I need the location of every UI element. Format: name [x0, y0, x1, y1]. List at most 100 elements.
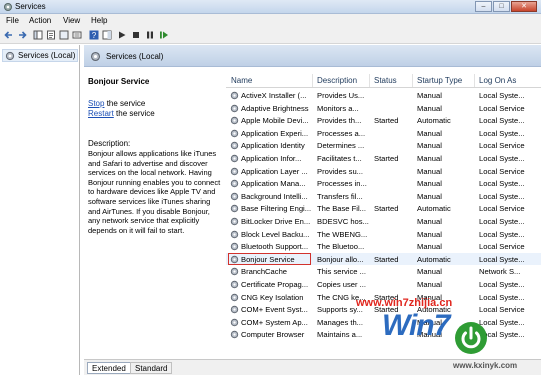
cell-startup-type: Manual	[417, 229, 442, 239]
export-list-icon[interactable]	[72, 30, 82, 40]
table-row[interactable]: BitLocker Drive En... BDESVC hos... Manual…	[226, 215, 541, 228]
column-header-startup-type[interactable]: Startup Type	[417, 76, 462, 85]
service-detail-panel: Bonjour Service Stop the service Restart…	[84, 67, 225, 359]
cell-startup-type: Manual	[417, 267, 442, 277]
cell-description: Monitors a...	[317, 103, 359, 113]
tab-standard[interactable]: Standard	[130, 362, 173, 374]
menu-action[interactable]: Action	[29, 16, 51, 25]
column-header-row: Name Description Status Startup Type Log…	[226, 73, 541, 88]
cell-log-on-as: Local Syste...	[479, 280, 525, 289]
table-row[interactable]: Bluetooth Support... The Bluetoo... Manual…	[226, 240, 541, 253]
column-header-status[interactable]: Status	[374, 76, 397, 85]
description-label: Description:	[88, 139, 131, 148]
menu-help[interactable]: Help	[91, 16, 107, 25]
service-gear-icon	[230, 268, 239, 276]
service-gear-icon	[230, 179, 239, 188]
stop-service-icon[interactable]	[131, 30, 141, 40]
forward-arrow-icon[interactable]	[17, 30, 27, 40]
properties-icon[interactable]	[46, 30, 56, 40]
service-gear-icon	[230, 242, 239, 251]
table-row[interactable]: Base Filtering Engi... The Base Fil... Sta…	[226, 202, 541, 215]
refresh-icon[interactable]	[59, 30, 69, 40]
column-divider[interactable]	[474, 74, 475, 87]
table-row[interactable]: Application Experi... Processes a... Manua…	[226, 127, 541, 140]
cell-description: Facilitates t...	[317, 154, 362, 163]
services-app-icon	[4, 3, 12, 11]
cell-startup-type: Automatic	[417, 116, 451, 126]
gear-icon	[90, 51, 101, 62]
table-row[interactable]: Apple Mobile Devi... Provides th... Starte…	[226, 114, 541, 127]
cell-description: Provides Us...	[317, 91, 365, 100]
table-row[interactable]: Block Level Backu... The WBENG... Manual Lo…	[226, 228, 541, 241]
back-arrow-icon[interactable]	[4, 30, 14, 40]
cell-name: Application Experi...	[241, 128, 309, 138]
service-gear-icon	[230, 318, 239, 326]
column-divider[interactable]	[412, 74, 413, 87]
close-button[interactable]: ✕	[511, 1, 537, 12]
table-row[interactable]: Certificate Propag... Copies user ... Manu…	[226, 278, 541, 291]
pane-title: Services (Local)	[106, 52, 164, 61]
cell-name: Adaptive Brightness	[241, 103, 309, 113]
tab-extended[interactable]: Extended	[87, 362, 131, 374]
stop-service-link[interactable]: Stop	[88, 99, 104, 108]
menu-bar: File Action View Help	[0, 14, 541, 27]
column-divider[interactable]	[312, 74, 313, 87]
stop-line: Stop the service	[88, 99, 145, 108]
restart-line: Restart the service	[88, 109, 155, 118]
column-header-name[interactable]: Name	[231, 76, 252, 85]
cell-name: Application Mana...	[241, 179, 306, 189]
tree-item-services-local[interactable]: Services (Local)	[2, 49, 78, 62]
menu-file[interactable]: File	[6, 16, 19, 25]
minimize-button[interactable]: –	[475, 1, 492, 12]
table-row[interactable]: BranchCache This service ... Manual Network…	[226, 265, 541, 278]
pause-service-icon[interactable]	[145, 30, 155, 40]
table-row-selected[interactable]: Bonjour Service Bonjour allo... Started Aut…	[226, 252, 541, 266]
cell-startup-type: Manual	[417, 128, 442, 138]
column-divider[interactable]	[369, 74, 370, 87]
cell-name: Bluetooth Support...	[241, 242, 309, 252]
cell-description: Provides th...	[317, 116, 362, 126]
start-service-icon[interactable]	[117, 30, 127, 40]
cell-log-on-as: Local Service	[479, 141, 525, 151]
restart-service-link[interactable]: Restart	[88, 109, 114, 118]
cell-log-on-as: Local Service	[479, 166, 525, 176]
cell-log-on-as: Local Service	[479, 103, 525, 113]
table-row[interactable]: ActiveX Installer (... Provides Us... Manu…	[226, 89, 541, 102]
service-gear-icon	[230, 192, 239, 200]
restart-service-icon[interactable]	[159, 30, 169, 40]
column-header-description[interactable]: Description	[317, 76, 357, 85]
service-gear-icon	[230, 91, 239, 100]
cell-startup-type: Manual	[417, 217, 442, 226]
cell-description: Copies user ...	[317, 280, 366, 289]
column-header-log-on-as[interactable]: Log On As	[479, 76, 516, 85]
service-gear-icon	[230, 154, 239, 163]
cell-description: Determines ...	[317, 141, 365, 151]
table-row[interactable]: Adaptive Brightness Monitors a... Manual Lo…	[226, 102, 541, 115]
toolbar: ?	[0, 27, 541, 44]
service-gear-icon	[230, 167, 239, 175]
cell-startup-type: Manual	[417, 179, 442, 189]
cell-status: Started	[374, 116, 399, 126]
cell-description: Provides su...	[317, 166, 364, 176]
table-row[interactable]: Application Mana... Processes in... Manual…	[226, 177, 541, 190]
table-row[interactable]: Background Intelli... Transfers fil... Man…	[226, 190, 541, 203]
cell-name: Bonjour Service	[241, 254, 295, 264]
cell-description: This service ...	[317, 267, 366, 277]
cell-startup-type: Manual	[417, 242, 442, 252]
cell-status: Started	[374, 154, 399, 163]
console-tree: Services (Local)	[0, 45, 80, 375]
restart-suffix: the service	[113, 109, 155, 118]
cell-name: ActiveX Installer (...	[241, 91, 307, 100]
menu-view[interactable]: View	[63, 16, 80, 25]
table-row[interactable]: Application Infor... Facilitates t... Star…	[226, 152, 541, 165]
help-icon[interactable]: ?	[89, 30, 99, 40]
service-gear-icon	[230, 305, 239, 314]
cell-log-on-as: Local Syste...	[479, 292, 525, 302]
table-row[interactable]: Application Layer ... Provides su... Manua…	[226, 165, 541, 178]
console-tree-icon[interactable]	[33, 30, 43, 40]
table-row[interactable]: Application Identity Determines ... Manual…	[226, 139, 541, 152]
show-hide-action-pane-icon[interactable]	[102, 30, 112, 40]
cell-log-on-as: Local Syste...	[479, 116, 525, 126]
service-gear-icon	[230, 230, 239, 238]
maximize-button[interactable]: □	[493, 1, 510, 12]
